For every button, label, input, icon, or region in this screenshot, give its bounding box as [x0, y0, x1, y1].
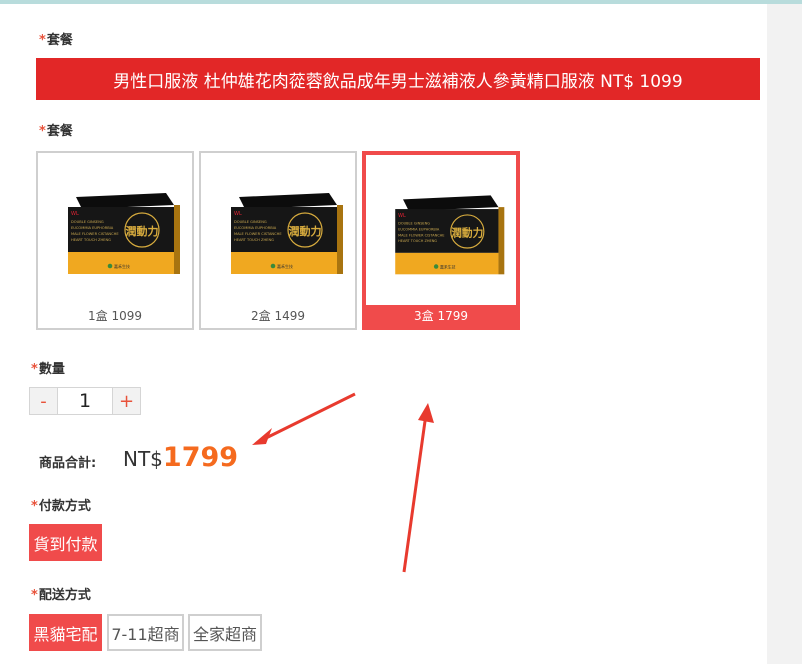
arrow-to-options [402, 413, 428, 573]
arrow-head-icon [418, 403, 434, 423]
annotation-arrows [252, 392, 434, 573]
arrow-to-total [261, 392, 356, 442]
